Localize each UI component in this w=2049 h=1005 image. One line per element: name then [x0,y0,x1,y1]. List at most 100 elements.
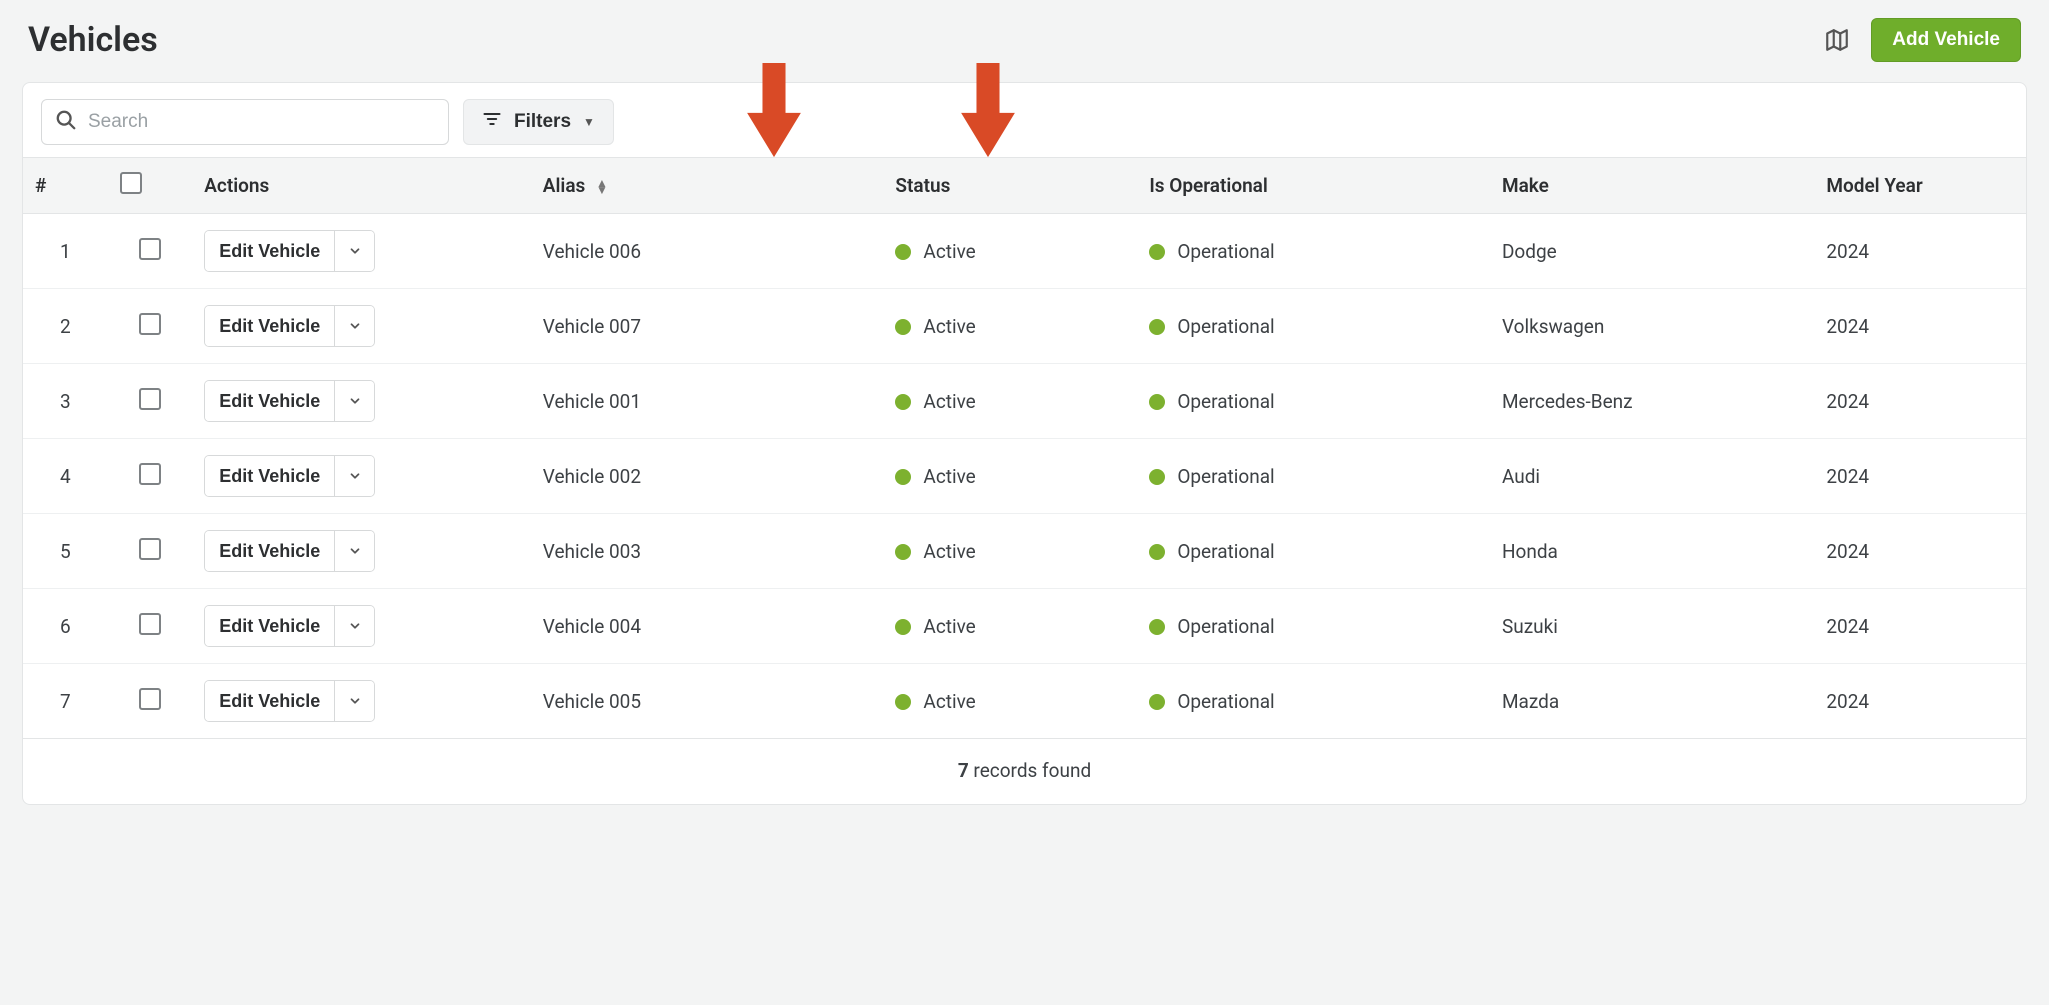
cell-operational: Operational [1137,664,1490,739]
select-all-checkbox[interactable] [120,172,142,194]
table-row: 3Edit VehicleVehicle 001ActiveOperationa… [23,364,2026,439]
cell-make: Mercedes-Benz [1490,364,1814,439]
column-header-alias[interactable]: Alias ▲▼ [531,158,884,214]
record-count: 7 [958,759,969,782]
cell-operational: Operational [1137,289,1490,364]
row-number: 1 [23,214,108,289]
chevron-down-icon [348,244,362,258]
row-number: 2 [23,289,108,364]
column-header-year[interactable]: Model Year [1814,158,2026,214]
cell-status: Active [883,514,1137,589]
column-header-status[interactable]: Status [883,158,1137,214]
row-checkbox[interactable] [139,463,161,485]
status-dot-icon [895,244,911,260]
filters-label: Filters [514,111,571,133]
filters-button[interactable]: Filters ▼ [463,99,614,145]
row-checkbox[interactable] [139,313,161,335]
edit-vehicle-dropdown[interactable] [334,606,374,646]
cell-year: 2024 [1814,589,2026,664]
edit-vehicle-button[interactable]: Edit Vehicle [205,381,334,421]
records-footer: 7 records found [23,739,2026,804]
row-checkbox[interactable] [139,613,161,635]
edit-vehicle-dropdown[interactable] [334,531,374,571]
add-vehicle-button[interactable]: Add Vehicle [1871,18,2021,62]
row-number: 4 [23,439,108,514]
edit-vehicle-button[interactable]: Edit Vehicle [205,231,334,271]
edit-vehicle-split-button: Edit Vehicle [204,380,375,422]
status-dot-icon [895,394,911,410]
record-label: records found [969,759,1091,782]
status-dot-icon [1149,544,1165,560]
column-header-operational[interactable]: Is Operational [1137,158,1490,214]
edit-vehicle-button[interactable]: Edit Vehicle [205,531,334,571]
status-dot-icon [895,544,911,560]
cell-make: Volkswagen [1490,289,1814,364]
edit-vehicle-button[interactable]: Edit Vehicle [205,606,334,646]
cell-alias: Vehicle 006 [531,214,884,289]
cell-make: Audi [1490,439,1814,514]
cell-make: Dodge [1490,214,1814,289]
edit-vehicle-button[interactable]: Edit Vehicle [205,681,334,721]
row-number: 6 [23,589,108,664]
table-row: 2Edit VehicleVehicle 007ActiveOperationa… [23,289,2026,364]
chevron-down-icon [348,544,362,558]
table-row: 4 Edit Vehicle Vehicle 002ActiveOperationa… [23,439,2026,514]
table-row: 5 Edit Vehicle Vehicle 003ActiveOperationa… [23,514,2026,589]
vehicles-panel: Filters ▼ # Actions Alias ▲▼ Status Is O… [22,82,2027,805]
row-checkbox[interactable] [139,538,161,560]
map-icon [1824,27,1850,53]
column-header-num[interactable]: # [23,158,108,214]
cell-make: Mazda [1490,664,1814,739]
cell-operational: Operational [1137,439,1490,514]
chevron-down-icon [348,394,362,408]
edit-vehicle-dropdown[interactable] [334,681,374,721]
status-dot-icon [1149,469,1165,485]
chevron-down-icon: ▼ [583,115,595,129]
cell-operational: Operational [1137,589,1490,664]
edit-vehicle-dropdown[interactable] [334,456,374,496]
column-header-make[interactable]: Make [1490,158,1814,214]
chevron-down-icon [348,469,362,483]
search-input[interactable] [41,99,449,145]
cell-alias: Vehicle 003 [531,514,884,589]
cell-alias: Vehicle 002 [531,439,884,514]
cell-status: Active [883,589,1137,664]
row-number: 5 [23,514,108,589]
edit-vehicle-split-button: Edit Vehicle [204,305,375,347]
cell-alias: Vehicle 007 [531,289,884,364]
row-checkbox[interactable] [139,388,161,410]
row-number: 7 [23,664,108,739]
status-dot-icon [1149,694,1165,710]
cell-alias: Vehicle 005 [531,664,884,739]
cell-operational: Operational [1137,514,1490,589]
cell-status: Active [883,214,1137,289]
row-number: 3 [23,364,108,439]
cell-year: 2024 [1814,289,2026,364]
cell-status: Active [883,664,1137,739]
status-dot-icon [895,694,911,710]
status-dot-icon [1149,319,1165,335]
vehicles-table: # Actions Alias ▲▼ Status Is Operational… [23,157,2026,739]
edit-vehicle-button[interactable]: Edit Vehicle [205,306,334,346]
edit-vehicle-split-button: Edit Vehicle [204,230,375,272]
status-dot-icon [1149,244,1165,260]
table-row: 6Edit VehicleVehicle 004ActiveOperationa… [23,589,2026,664]
status-dot-icon [1149,619,1165,635]
page-title: Vehicles [28,20,158,60]
edit-vehicle-dropdown[interactable] [334,381,374,421]
row-checkbox[interactable] [139,688,161,710]
edit-vehicle-button[interactable]: Edit Vehicle [205,456,334,496]
edit-vehicle-split-button: Edit Vehicle [204,605,375,647]
cell-status: Active [883,439,1137,514]
chevron-down-icon [348,319,362,333]
cell-year: 2024 [1814,664,2026,739]
map-icon-button[interactable] [1821,24,1853,56]
row-checkbox[interactable] [139,238,161,260]
edit-vehicle-dropdown[interactable] [334,231,374,271]
cell-alias: Vehicle 001 [531,364,884,439]
cell-make: Honda [1490,514,1814,589]
column-header-select [108,158,193,214]
cell-year: 2024 [1814,514,2026,589]
status-dot-icon [895,319,911,335]
edit-vehicle-dropdown[interactable] [334,306,374,346]
